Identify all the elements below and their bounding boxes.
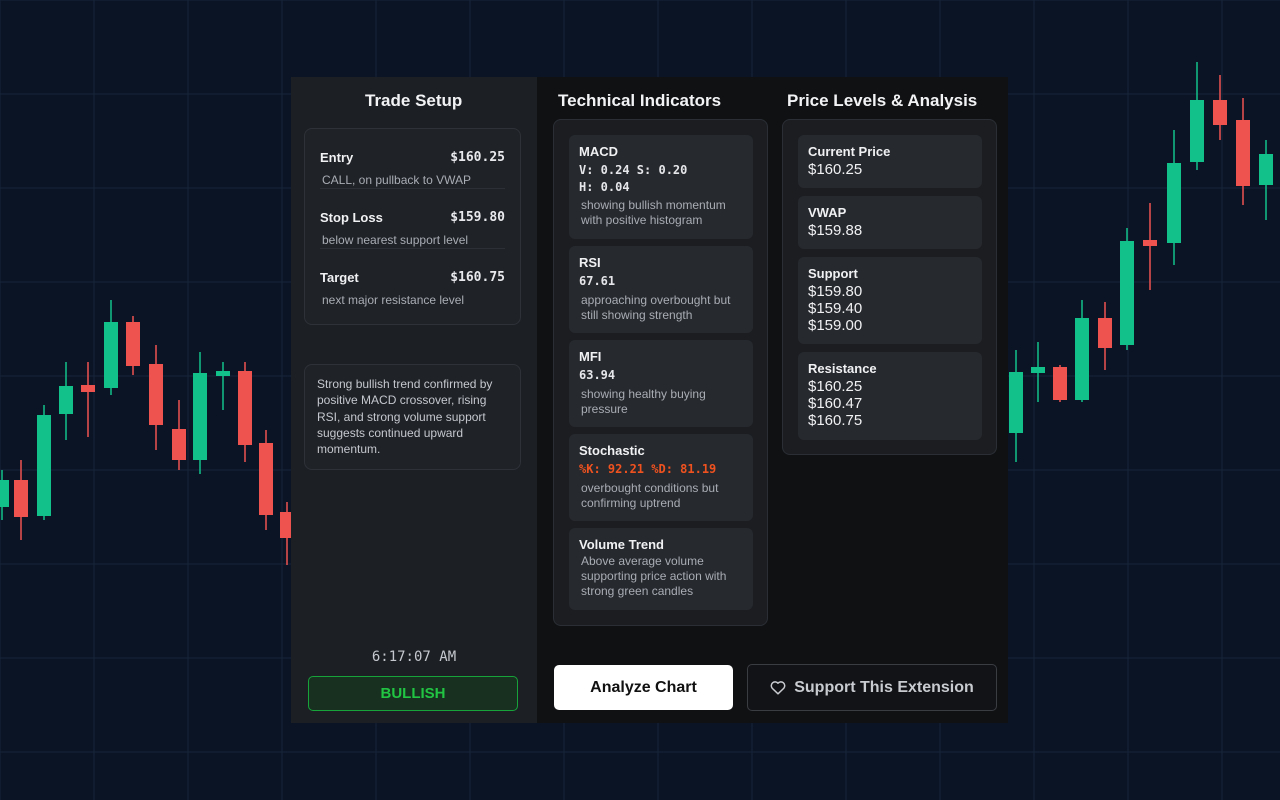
support-price-3: $159.00 <box>808 317 863 334</box>
volume-trend-name: Volume Trend <box>579 537 664 552</box>
bullish-candle <box>0 480 9 507</box>
mfi-name: MFI <box>579 349 602 364</box>
trade-setup-title: Trade Setup <box>365 91 463 110</box>
bearish-candle <box>1236 120 1250 186</box>
bearish-candle <box>126 322 140 366</box>
macd-card: MACD V: 0.24 S: 0.20 H: 0.04 showing bul… <box>569 135 753 239</box>
bullish-candle <box>1190 100 1204 162</box>
resistance-price-2: $160.47 <box>808 395 863 412</box>
target-value: $160.75 <box>450 270 505 285</box>
analyze-chart-button[interactable]: Analyze Chart <box>554 665 733 710</box>
current-price-label: Current Price <box>808 144 891 159</box>
stop-loss-value: $159.80 <box>450 210 505 225</box>
bullish-candle <box>37 415 51 516</box>
bearish-candle <box>14 480 28 517</box>
entry-label: Entry <box>320 150 354 165</box>
levels-title: Price Levels & Analysis <box>787 91 978 110</box>
stop-loss-row: Stop Loss $159.80 below nearest support … <box>320 189 505 249</box>
rsi-note: approaching overbought but still showing… <box>581 292 731 322</box>
stop-loss-label: Stop Loss <box>320 210 383 225</box>
support-price-2: $159.40 <box>808 300 863 317</box>
bullish-candle <box>1259 154 1273 185</box>
support-label: Support <box>808 266 858 281</box>
bearish-candle <box>1053 367 1067 400</box>
volume-trend-note: Above average volume supporting price ac… <box>581 554 727 598</box>
entry-desc: CALL, on pullback to VWAP <box>322 173 471 187</box>
macd-name: MACD <box>579 144 618 159</box>
bearish-candle <box>81 385 95 392</box>
volume-trend-card: Volume Trend Above average volume suppor… <box>569 528 753 610</box>
resistance-price-3: $160.75 <box>808 412 863 429</box>
bullish-candle <box>104 322 118 388</box>
bullish-candle <box>1009 372 1023 433</box>
bearish-candle <box>1143 240 1157 246</box>
bearish-candle <box>1098 318 1112 348</box>
target-desc: next major resistance level <box>322 293 465 307</box>
entry-row: Entry $160.25 CALL, on pullback to VWAP <box>320 129 505 189</box>
stochastic-value: %K: 92.21 %D: 81.19 <box>579 462 717 476</box>
rsi-name: RSI <box>579 255 601 270</box>
support-price-1: $159.80 <box>808 283 863 300</box>
resistance-card: Resistance $160.25 $160.47 $160.75 <box>798 352 982 440</box>
macd-value-line2: H: 0.04 <box>579 179 630 194</box>
macd-value-line1: V: 0.24 S: 0.20 <box>579 163 688 177</box>
current-price-card: Current Price $160.25 <box>798 135 982 188</box>
rsi-card: RSI 67.61 approaching overbought but sti… <box>569 246 753 333</box>
vwap-label: VWAP <box>808 205 847 220</box>
bearish-candle <box>259 443 273 515</box>
bearish-candle <box>1213 100 1227 125</box>
bullish-candle <box>1031 367 1045 373</box>
trade-setup-card: Entry $160.25 CALL, on pullback to VWAP … <box>304 128 521 325</box>
indicators-panel: MACD V: 0.24 S: 0.20 H: 0.04 showing bul… <box>553 119 768 626</box>
bullish-candle <box>1120 241 1134 345</box>
bearish-candle <box>238 371 252 445</box>
bullish-candle <box>216 371 230 376</box>
stochastic-name: Stochastic <box>579 443 645 458</box>
target-row: Target $160.75 next major resistance lev… <box>320 249 505 309</box>
bearish-candle <box>172 429 186 460</box>
analysis-summary: Strong bullish trend confirmed by positi… <box>304 364 521 470</box>
macd-note: showing bullish momentum with positive h… <box>581 198 726 227</box>
timestamp: 6:17:07 AM <box>371 649 457 665</box>
vwap-card: VWAP $159.88 <box>798 196 982 249</box>
vwap-value: $159.88 <box>808 222 863 239</box>
price-levels-panel: Current Price $160.25 VWAP $159.88 Suppo… <box>782 119 997 455</box>
mfi-card: MFI 63.94 showing healthy buying pressur… <box>569 340 753 427</box>
sentiment-badge: BULLISH <box>308 676 518 711</box>
current-price-value: $160.25 <box>808 161 863 178</box>
macd-value: V: 0.24 S: 0.20 H: 0.04 <box>579 162 743 195</box>
trade-setup-column: Trade Setup Entry $160.25 CALL, on pullb… <box>291 77 537 723</box>
resistance-price-1: $160.25 <box>808 378 863 395</box>
support-extension-button[interactable]: Support This Extension <box>747 664 997 711</box>
analysis-area: Technical Indicators Price Levels & Anal… <box>537 77 1008 723</box>
bullish-candle <box>193 373 207 460</box>
support-card: Support $159.80 $159.40 $159.00 <box>798 257 982 344</box>
bullish-candle <box>59 386 73 414</box>
target-label: Target <box>320 270 359 285</box>
heart-icon <box>770 681 786 695</box>
resistance-label: Resistance <box>808 361 877 376</box>
mfi-note: showing healthy buying pressure <box>581 386 706 416</box>
entry-value: $160.25 <box>450 150 505 165</box>
rsi-value: 67.61 <box>579 274 616 288</box>
stop-loss-desc: below nearest support level <box>322 233 469 247</box>
stochastic-card: Stochastic %K: 92.21 %D: 81.19 overbough… <box>569 434 753 521</box>
stochastic-note: overbought conditions but confirming upt… <box>581 480 719 510</box>
extension-panel: Trade Setup Entry $160.25 CALL, on pullb… <box>291 77 1008 723</box>
bullish-candle <box>1167 163 1181 243</box>
mfi-value: 63.94 <box>579 368 616 382</box>
indicators-title: Technical Indicators <box>558 91 722 110</box>
bullish-candle <box>1075 318 1089 400</box>
support-extension-label: Support This Extension <box>794 678 974 696</box>
bearish-candle <box>149 364 163 425</box>
